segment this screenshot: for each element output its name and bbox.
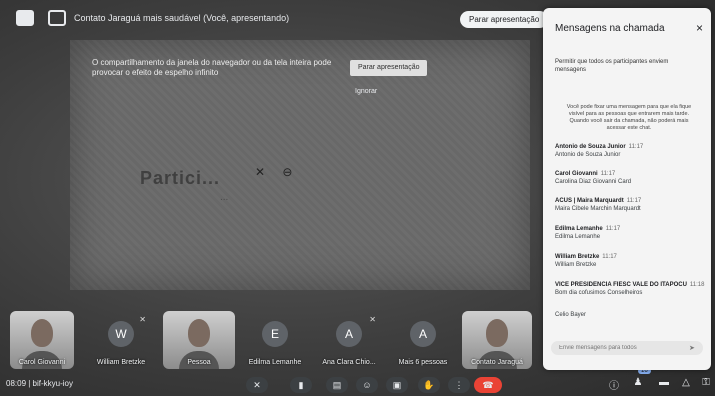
- participant-avatar: E: [262, 321, 288, 347]
- chat-message: Celio Bayer: [555, 310, 705, 318]
- participant-tile[interactable]: Contato Jaraguá: [462, 311, 532, 369]
- chat-message-input[interactable]: [551, 341, 703, 355]
- message-text: Celio Bayer: [555, 312, 587, 318]
- present-screen-icon: [48, 10, 66, 26]
- chat-message: VICE PRESIDENCIA FIESC VALE DO ITAPOCU 11…: [555, 282, 705, 296]
- chat-message: ACUS | Maira Marquardt 11:17 Maira Cibele…: [555, 198, 705, 212]
- participant-face: [486, 319, 508, 347]
- chat-notice: Você pode fixar uma mensagem para que el…: [566, 104, 692, 131]
- participant-tile[interactable]: E Edilma Lemanhe: [242, 311, 308, 369]
- message-sender: ACUS | Maira Marquardt 11:17: [555, 198, 705, 204]
- raise-hand-icon[interactable]: ✋: [418, 377, 440, 393]
- message-text: Antonio de Souza Junior: [555, 152, 621, 158]
- sender-name: Carol Giovanni: [555, 171, 598, 177]
- message-time: 11:17: [628, 144, 644, 150]
- participant-tile[interactable]: A ✕ Ana Clara Chio...: [314, 311, 384, 369]
- chat-permission-toggle[interactable]: Permitir que todos os participantes envi…: [555, 58, 685, 74]
- message-sender: VICE PRESIDENCIA FIESC VALE DO ITAPOCU 11…: [555, 282, 705, 288]
- close-icon[interactable]: ×: [696, 21, 703, 35]
- mic-off-icon[interactable]: ✕: [246, 377, 268, 393]
- participant-name: Mais 6 pessoas: [398, 359, 448, 366]
- participant-tile[interactable]: W ✕ William Bretzke: [88, 311, 154, 369]
- mirrored-content-subtext: ...: [220, 192, 229, 203]
- participant-name: Contato Jaraguá: [471, 359, 523, 366]
- shared-screen: O compartilhamento da janela do navegado…: [70, 40, 530, 290]
- participant-face: [188, 319, 210, 347]
- warning-stop-presenting-button[interactable]: Parar apresentação: [350, 60, 428, 76]
- participant-name: William Bretzke: [96, 359, 146, 366]
- participant-avatar: A: [410, 321, 436, 347]
- more-options-icon[interactable]: ⋮: [448, 377, 470, 393]
- chat-message: Carol Giovanni 11:17 Carolina Diaz Giovan…: [555, 171, 705, 185]
- message-text: William Bretzke: [555, 262, 597, 268]
- message-sender: Edilma Lemanhe 11:17: [555, 226, 705, 232]
- present-icon[interactable]: ▣: [386, 377, 408, 393]
- stop-presenting-button[interactable]: Parar apresentação: [460, 11, 549, 28]
- message-sender: William Bretzke 11:17: [555, 254, 705, 260]
- participant-name: Ana Clara Chio...: [322, 359, 376, 366]
- camera-icon[interactable]: ▮: [290, 377, 312, 393]
- participant-tile[interactable]: Pessoa: [163, 311, 235, 369]
- participant-strip: Carol Giovanni W ✕ William Bretzke Pesso…: [0, 305, 540, 373]
- mirrored-content-text: Partici...: [140, 168, 221, 188]
- chat-message: Antonio de Souza Junior 11:17 Antonio de …: [555, 144, 705, 158]
- mic-off-icon: ✕: [369, 315, 376, 324]
- chat-panel: Mensagens na chamada × Permitir que todo…: [543, 8, 711, 370]
- message-time: 11:17: [605, 226, 621, 232]
- more-participants-tile[interactable]: A Mais 6 pessoas: [392, 311, 454, 369]
- meeting-time-code: 08:09 | bif-kkyu-ioy: [6, 379, 73, 388]
- participant-name: Edilma Lemanhe: [248, 359, 302, 366]
- sender-name: Antonio de Souza Junior: [555, 144, 626, 150]
- presentation-title: Contato Jaraguá mais saudável (Você, apr…: [74, 13, 290, 23]
- message-text: Carolina Diaz Giovanni Card: [555, 179, 632, 185]
- meeting-stage: Contato Jaraguá mais saudável (Você, apr…: [0, 0, 715, 396]
- message-sender: Carol Giovanni 11:17: [555, 171, 705, 177]
- bottom-bar: 08:09 | bif-kkyu-ioy ✕ ▮ ▤ ☺ ▣ ✋ ⋮ ☎ ⓘ 1…: [0, 368, 715, 396]
- message-sender: Antonio de Souza Junior 11:17: [555, 144, 705, 150]
- emoji-icon[interactable]: ☺: [356, 377, 378, 393]
- message-text: Bom dia cofusimos Conselheiros: [555, 290, 643, 296]
- ignore-button[interactable]: Ignorar: [355, 88, 377, 95]
- participant-avatar: W: [108, 321, 134, 347]
- participant-face: [31, 319, 53, 347]
- mirrored-cam-icon: ⊖: [282, 165, 293, 179]
- chat-message: Edilma Lemanhe 11:17 Edilma Lemanhe: [555, 226, 705, 240]
- mic-off-icon: ✕: [139, 315, 146, 324]
- mirrored-controls: ✕ ⊖: [255, 165, 306, 179]
- people-icon[interactable]: ♟: [630, 377, 646, 388]
- send-icon[interactable]: ➤: [689, 344, 695, 352]
- message-text: Maira Cibele Marchin Marquardt: [555, 206, 641, 212]
- message-time: 11:17: [600, 171, 616, 177]
- sender-name: Edilma Lemanhe: [555, 226, 603, 232]
- message-text: Edilma Lemanhe: [555, 234, 601, 240]
- sender-name: ACUS | Maira Marquardt: [555, 198, 624, 204]
- captions-icon[interactable]: ▤: [326, 377, 348, 393]
- infinite-mirror-warning: O compartilhamento da janela do navegado…: [92, 58, 332, 77]
- chat-message: William Bretzke 11:17 William Bretzke: [555, 254, 705, 268]
- participant-name: Carol Giovanni: [18, 359, 66, 366]
- chat-title: Mensagens na chamada: [555, 23, 665, 34]
- message-time: 11:18: [689, 282, 705, 288]
- sender-name: William Bretzke: [555, 254, 600, 260]
- leave-call-icon[interactable]: ☎: [474, 377, 502, 393]
- top-bar: Contato Jaraguá mais saudável (Você, apr…: [0, 0, 549, 36]
- info-icon[interactable]: ⓘ: [606, 377, 622, 392]
- participant-tile[interactable]: Carol Giovanni: [10, 311, 74, 369]
- mirrored-mic-off-icon: ✕: [255, 165, 266, 179]
- back-icon[interactable]: [16, 10, 34, 26]
- activities-icon[interactable]: △: [678, 377, 694, 388]
- message-time: 11:17: [626, 198, 642, 204]
- message-time: 11:17: [602, 254, 617, 260]
- participant-avatar: A: [336, 321, 362, 347]
- participant-name: Pessoa: [187, 359, 211, 366]
- sender-name: VICE PRESIDENCIA FIESC VALE DO ITAPOCU: [555, 282, 687, 288]
- host-controls-icon[interactable]: ⚿: [698, 377, 714, 388]
- chat-icon[interactable]: ▬: [656, 377, 672, 388]
